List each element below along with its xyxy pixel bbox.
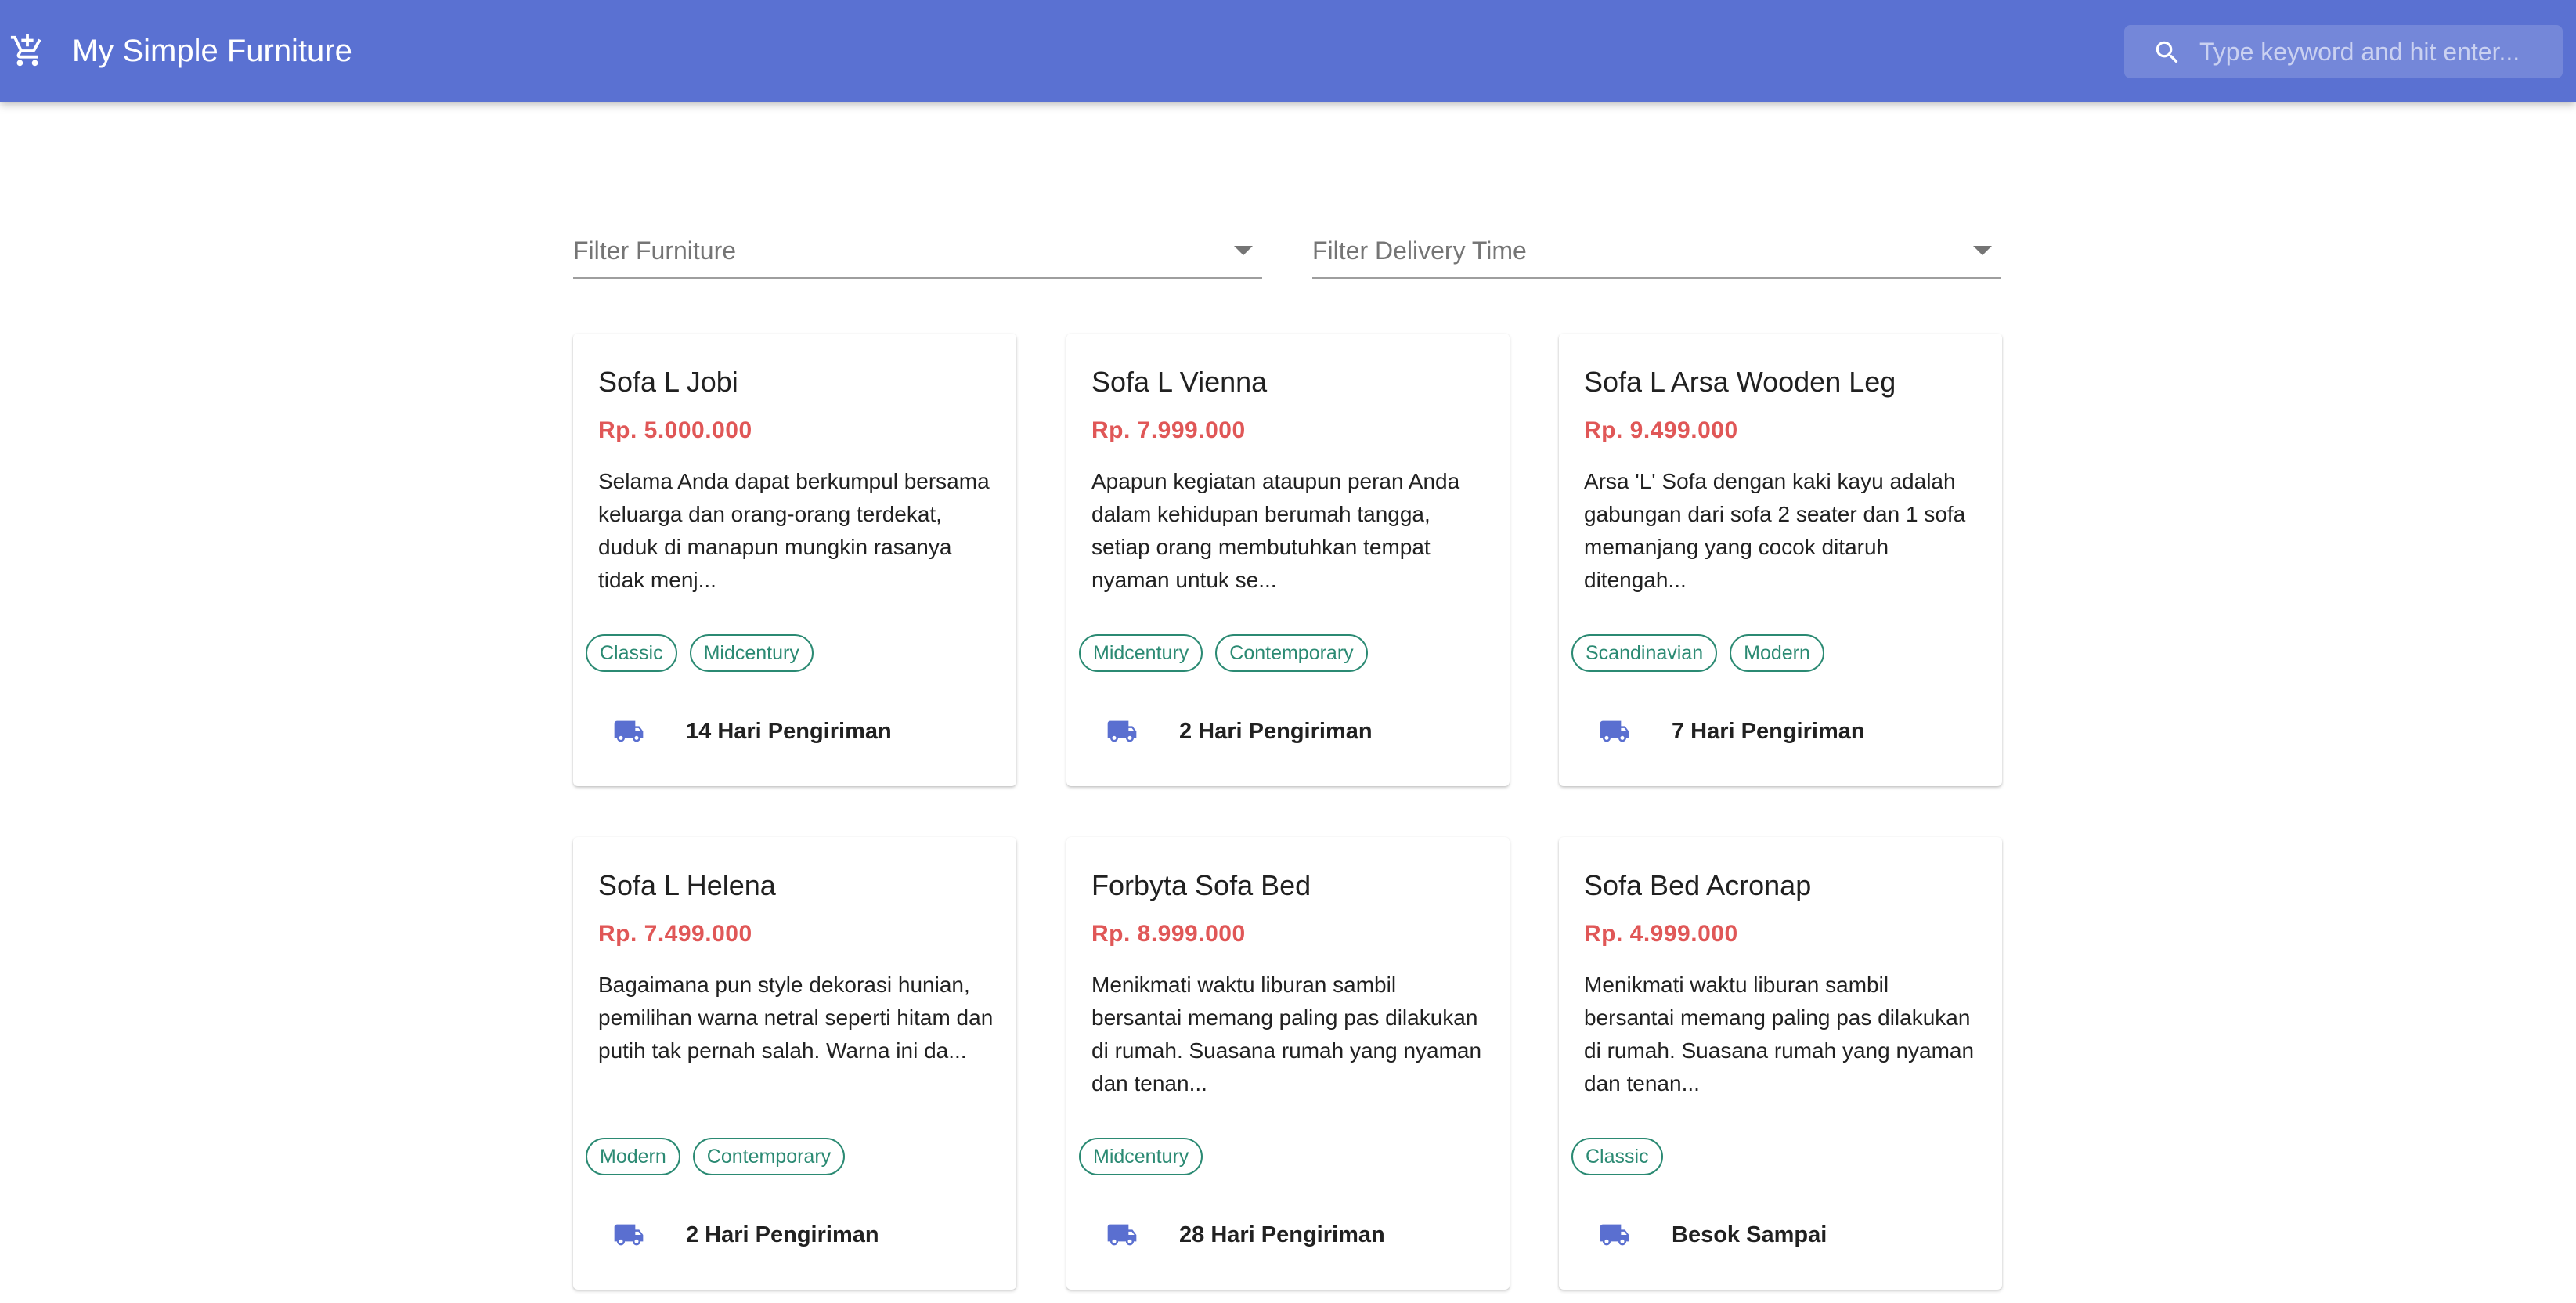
dropdown-arrow-icon [1234,246,1253,255]
filter-furniture-select[interactable]: Filter Furniture [573,227,1262,279]
style-chip[interactable]: Midcentury [689,634,814,672]
product-price: Rp. 4.999.000 [1584,921,1738,947]
product-name: Forbyta Sofa Bed [1091,869,1311,901]
delivery-time: Besok Sampai [1672,1222,1827,1247]
style-chip[interactable]: Midcentury [1079,634,1203,672]
style-chip[interactable]: Midcentury [1079,1138,1203,1175]
product-price: Rp. 7.999.000 [1091,417,1246,443]
delivery-time: 2 Hari Pengiriman [1179,719,1373,744]
style-chip[interactable]: Classic [586,634,677,672]
style-chips: Modern Contemporary [586,1138,846,1175]
product-price: Rp. 9.499.000 [1584,417,1738,443]
style-chip[interactable]: Scandinavian [1571,634,1718,672]
style-chip[interactable]: Modern [586,1138,680,1175]
filter-delivery-time-label: Filter Delivery Time [1312,236,1527,265]
style-chip[interactable]: Contemporary [692,1138,846,1175]
truck-icon [1600,1224,1629,1246]
delivery-time: 2 Hari Pengiriman [686,1222,879,1247]
add-shopping-cart-icon[interactable] [9,33,45,69]
product-card[interactable]: Sofa L Helena Rp. 7.499.000 Bagaimana pun … [573,837,1016,1290]
filter-delivery-time-select[interactable]: Filter Delivery Time [1312,227,2001,279]
product-name: Sofa L Helena [598,869,776,901]
product-description: Apapun kegiatan ataupun peran Anda dalam… [1091,469,1460,592]
delivery-time: 14 Hari Pengiriman [686,719,892,744]
truck-icon [1600,720,1629,742]
product-description: Menikmati waktu liburan sambil bersantai… [1091,973,1482,1095]
delivery-time: 28 Hari Pengiriman [1179,1222,1385,1247]
style-chip[interactable]: Classic [1571,1138,1663,1175]
product-card[interactable]: Forbyta Sofa Bed Rp. 8.999.000 Menikmati w… [1066,837,1510,1290]
product-description: Bagaimana pun style dekorasi hunian, pem… [598,973,994,1063]
search-box[interactable] [2124,25,2563,78]
app-bar: My Simple Furniture [0,0,2576,102]
truck-icon [614,720,644,742]
product-description: Arsa 'L' Sofa dengan kaki kayu adalah ga… [1584,469,1966,592]
truck-icon [614,1224,644,1246]
product-price: Rp. 7.499.000 [598,921,752,947]
product-name: Sofa L Jobi [598,366,738,398]
style-chip[interactable]: Modern [1730,634,1824,672]
product-card[interactable]: Sofa L Vienna Rp. 7.999.000 Apapun kegiata… [1066,334,1510,786]
style-chips: Classic Midcentury [586,634,814,672]
product-card[interactable]: Sofa L Arsa Wooden Leg Rp. 9.499.000 Arsa … [1559,334,2002,786]
style-chips: Midcentury [1079,1138,1203,1175]
product-description: Menikmati waktu liburan sambil bersantai… [1584,973,1975,1095]
style-chips: Midcentury Contemporary [1079,634,1368,672]
truck-icon [1107,720,1137,742]
search-input[interactable] [2199,25,2552,78]
product-card[interactable]: Sofa L Jobi Rp. 5.000.000 Selama Anda dapa… [573,334,1016,786]
style-chip[interactable]: Contemporary [1215,634,1368,672]
search-icon [2156,41,2178,63]
filter-furniture-label: Filter Furniture [573,236,737,265]
product-name: Sofa L Vienna [1091,366,1268,398]
style-chips: Scandinavian Modern [1571,634,1824,672]
product-price: Rp. 5.000.000 [598,417,752,443]
delivery-time: 7 Hari Pengiriman [1672,719,1865,744]
product-description: Selama Anda dapat berkumpul bersama kelu… [598,469,990,592]
app-title: My Simple Furniture [72,34,352,68]
style-chips: Classic [1571,1138,1663,1175]
product-name: Sofa Bed Acronap [1584,869,1812,901]
product-price: Rp. 8.999.000 [1091,921,1246,947]
product-name: Sofa L Arsa Wooden Leg [1584,366,1896,398]
dropdown-arrow-icon [1973,246,1992,255]
product-card[interactable]: Sofa Bed Acronap Rp. 4.999.000 Menikmati w… [1559,837,2002,1290]
truck-icon [1107,1224,1137,1246]
